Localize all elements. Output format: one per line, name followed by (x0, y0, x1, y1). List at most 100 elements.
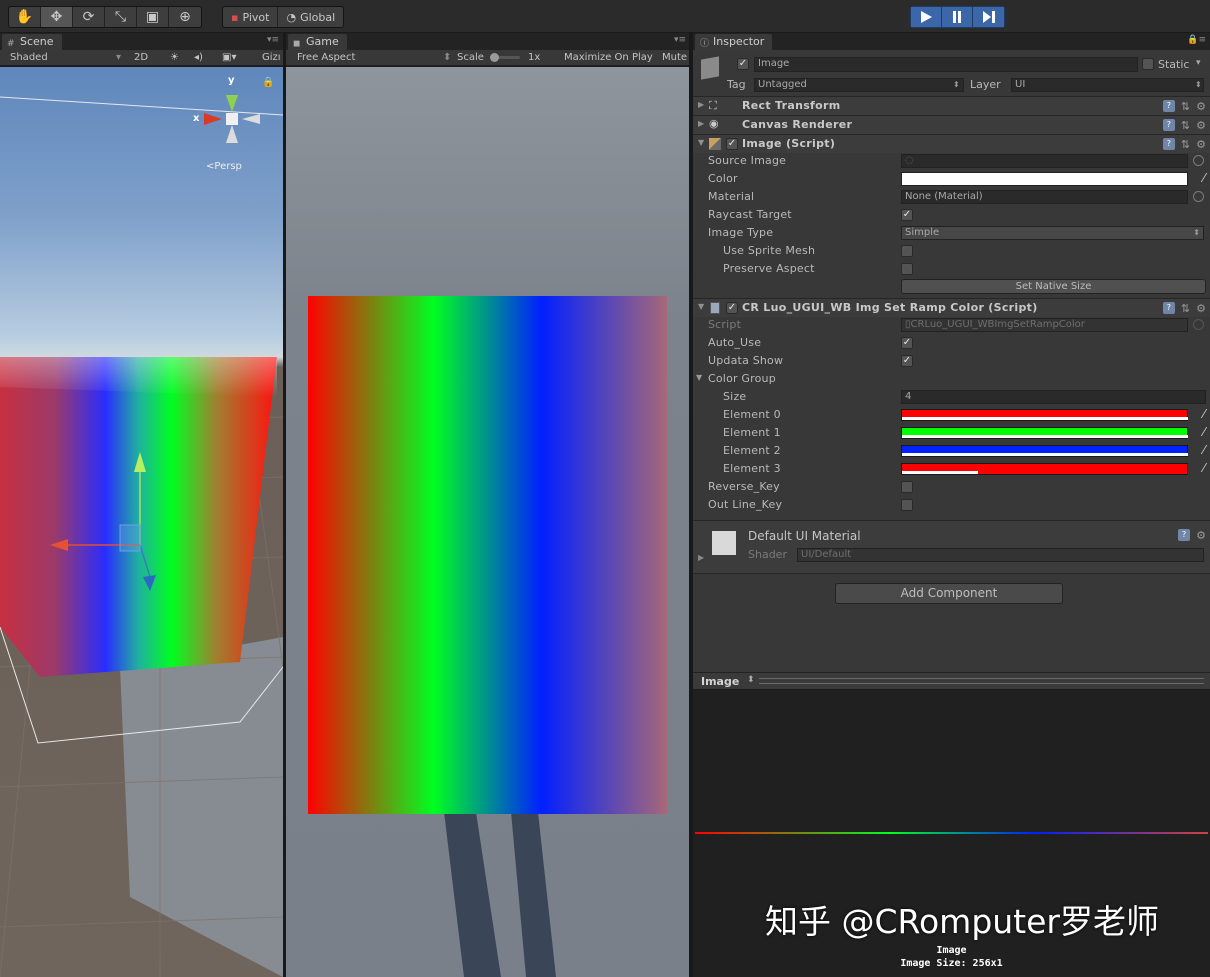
preview-drag-handle[interactable] (759, 678, 1204, 684)
gizmos-dropdown[interactable]: Gizı (262, 52, 281, 63)
canvas-renderer-header[interactable]: ▶ ◉ Canvas Renderer ? ⇅ ⚙ (693, 115, 1210, 134)
material-picker-icon[interactable] (1193, 191, 1204, 202)
tab-inspector[interactable]: ⓘ Inspector (695, 34, 773, 50)
gear-icon[interactable]: ⚙ (1196, 302, 1206, 315)
rect-transform-foldout-icon[interactable]: ▶ (698, 100, 704, 109)
set-native-size-button[interactable]: Set Native Size (901, 279, 1206, 294)
tab-scene[interactable]: # Scene (2, 34, 62, 50)
static-dropdown-icon[interactable]: ▾ (1196, 58, 1201, 68)
scene-viewport[interactable]: y x 🔒 <Persp (0, 67, 283, 977)
gear-icon[interactable]: ⚙ (1196, 119, 1206, 132)
gizmo-orient-negx-icon[interactable] (242, 114, 260, 124)
play-button[interactable] (911, 7, 942, 27)
pause-button[interactable] (942, 7, 973, 27)
raycast-target-checkbox[interactable]: ✓ (901, 209, 913, 221)
eyedropper-icon[interactable]: ⁄ (1203, 461, 1205, 475)
help-icon[interactable]: ? (1162, 119, 1175, 131)
color-swatch[interactable] (901, 172, 1188, 186)
pivot-button[interactable]: ▪ Pivot (223, 7, 279, 27)
rect-tool-icon[interactable]: ▣ (137, 7, 169, 27)
image-script-foldout-icon[interactable]: ▼ (698, 138, 704, 147)
updata-show-checkbox[interactable]: ✓ (901, 355, 913, 367)
size-field[interactable]: 4 (901, 390, 1206, 404)
scene-panel-menu-icon[interactable]: ▾≡ (267, 35, 279, 45)
hand-tool-icon[interactable]: ✋ (9, 7, 41, 27)
ramp-enabled-checkbox[interactable]: ✓ (726, 302, 738, 314)
color-element-swatch[interactable] (901, 463, 1188, 475)
color-group-foldout-icon[interactable]: ▼ (696, 373, 702, 382)
scale-slider-thumb[interactable] (490, 53, 499, 62)
material-foldout-icon[interactable]: ▶ (698, 553, 704, 562)
gizmo-orient-y-icon[interactable] (226, 95, 238, 112)
auto-use-checkbox[interactable]: ✓ (901, 337, 913, 349)
eyedropper-icon[interactable]: ⁄ (1203, 171, 1205, 185)
persp-label[interactable]: <Persp (206, 161, 242, 172)
global-button[interactable]: ◔ Global (278, 7, 343, 27)
eyedropper-icon[interactable]: ⁄ (1203, 407, 1205, 421)
gear-icon[interactable]: ⚙ (1196, 529, 1206, 542)
help-icon[interactable]: ? (1162, 138, 1175, 150)
static-checkbox[interactable] (1142, 58, 1154, 70)
game-panel-menu-icon[interactable]: ▾≡ (674, 35, 686, 45)
lock-icon[interactable]: 🔒 (262, 77, 274, 88)
gizmo-plane-handle[interactable] (119, 524, 141, 552)
step-button[interactable] (973, 7, 1004, 27)
gizmo-orient-negy-icon[interactable] (226, 125, 238, 143)
gear-icon[interactable]: ⚙ (1196, 100, 1206, 113)
reverse-key-checkbox[interactable] (901, 481, 913, 493)
help-icon[interactable]: ? (1162, 302, 1175, 314)
settings-slider-icon[interactable]: ⇅ (1181, 138, 1190, 151)
active-checkbox[interactable]: ✓ (737, 58, 749, 70)
color-element-swatch[interactable] (901, 427, 1188, 439)
audio-toggle-icon[interactable]: ◂) (194, 52, 203, 63)
color-element-swatch[interactable] (901, 409, 1188, 421)
preview-header[interactable]: Image ⬍ (693, 672, 1210, 690)
aspect-dropdown[interactable]: Free Aspect (297, 52, 355, 63)
preview-dropdown-icon[interactable]: ⬍ (747, 675, 755, 685)
tag-dropdown[interactable]: Untagged (754, 78, 964, 92)
inspector-lock-menu-icon[interactable]: 🔒≡ (1187, 35, 1206, 45)
orientation-gizmo[interactable] (204, 95, 260, 143)
effects-toggle-icon[interactable]: ▣▾ (222, 52, 236, 63)
object-name-field[interactable]: Image (754, 57, 1138, 72)
rotate-tool-icon[interactable]: ⟳ (73, 7, 105, 27)
outline-key-checkbox[interactable] (901, 499, 913, 511)
rect-transform-header[interactable]: ▶ ⛶ Rect Transform ? ⇅ ⚙ (693, 96, 1210, 115)
eyedropper-icon[interactable]: ⁄ (1203, 425, 1205, 439)
image-type-dropdown[interactable]: Simple (901, 226, 1204, 240)
gizmo-orient-center[interactable] (226, 113, 238, 125)
ramp-script-foldout-icon[interactable]: ▼ (698, 302, 704, 311)
layer-dropdown[interactable]: UI (1011, 78, 1204, 92)
settings-slider-icon[interactable]: ⇅ (1181, 119, 1190, 132)
use-sprite-mesh-checkbox[interactable] (901, 245, 913, 257)
gizmo-orient-x-icon[interactable] (204, 113, 222, 125)
scale-tool-icon[interactable]: ⤡ (105, 7, 137, 27)
shading-dropdown[interactable]: Shaded (10, 52, 48, 63)
game-viewport[interactable] (286, 67, 689, 977)
ramp-script-header[interactable]: ▼ ✓ CR Luo_UGUI_WB Img Set Ramp Color (S… (693, 298, 1210, 317)
gear-icon[interactable]: ⚙ (1196, 138, 1206, 151)
material-field[interactable]: None (Material) (901, 190, 1188, 204)
color-group-row[interactable]: ▼ Color Group (693, 370, 1210, 388)
settings-slider-icon[interactable]: ⇅ (1181, 100, 1190, 113)
lighting-toggle-icon[interactable]: ☀ (170, 52, 179, 63)
help-icon[interactable]: ? (1162, 100, 1175, 112)
source-image-picker-icon[interactable] (1193, 155, 1204, 166)
color-element-swatch[interactable] (901, 445, 1188, 457)
mute-audio-toggle[interactable]: Mute (662, 52, 687, 63)
transform-tool-icon[interactable]: ⊕ (169, 7, 201, 27)
maximize-on-play-toggle[interactable]: Maximize On Play (564, 52, 653, 63)
canvas-renderer-foldout-icon[interactable]: ▶ (698, 119, 704, 128)
settings-slider-icon[interactable]: ⇅ (1181, 302, 1190, 315)
image-enabled-checkbox[interactable]: ✓ (726, 138, 738, 150)
move-tool-icon[interactable]: ✥ (41, 7, 73, 27)
add-component-button[interactable]: Add Component (835, 583, 1063, 604)
image-script-header[interactable]: ▼ ✓ Image (Script) ? ⇅ ⚙ (693, 134, 1210, 153)
eyedropper-icon[interactable]: ⁄ (1203, 443, 1205, 457)
2d-toggle[interactable]: 2D (134, 52, 148, 63)
preserve-aspect-checkbox[interactable] (901, 263, 913, 275)
scene-image-quad[interactable] (0, 357, 277, 677)
tab-game[interactable]: ◼ Game (288, 34, 347, 50)
game-image-quad[interactable] (308, 296, 667, 814)
shader-dropdown[interactable]: UI/Default (797, 548, 1204, 562)
